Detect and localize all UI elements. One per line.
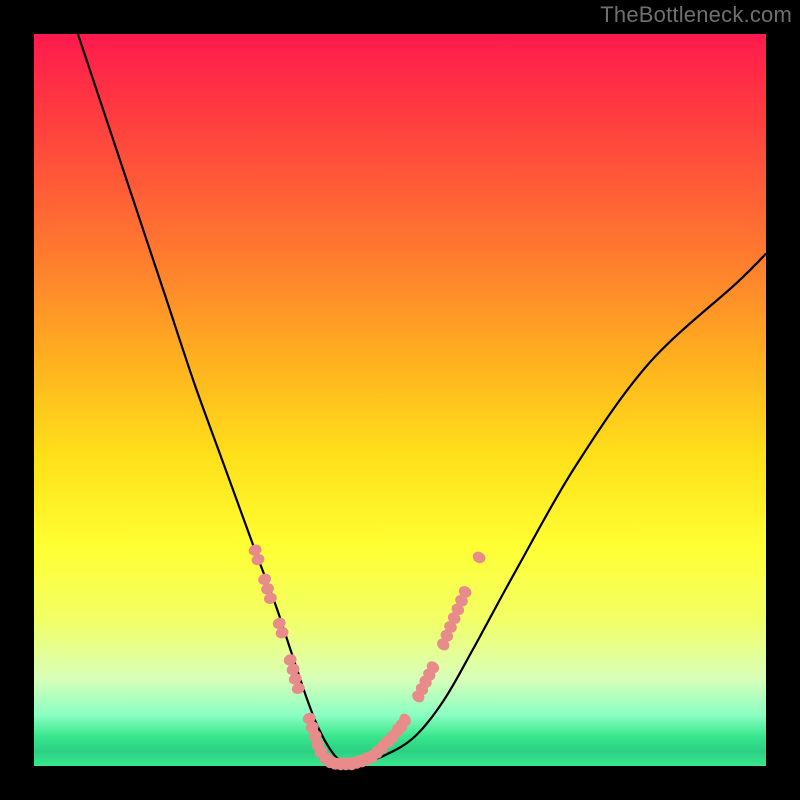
chart-svg [34,34,766,766]
chart-frame: TheBottleneck.com [0,0,800,800]
curve-marker [471,549,488,565]
plot-area [34,34,766,766]
watermark-text: TheBottleneck.com [600,2,792,28]
bottleneck-curve [78,34,766,763]
marker-layer [247,543,487,772]
curve-layer [78,34,766,763]
